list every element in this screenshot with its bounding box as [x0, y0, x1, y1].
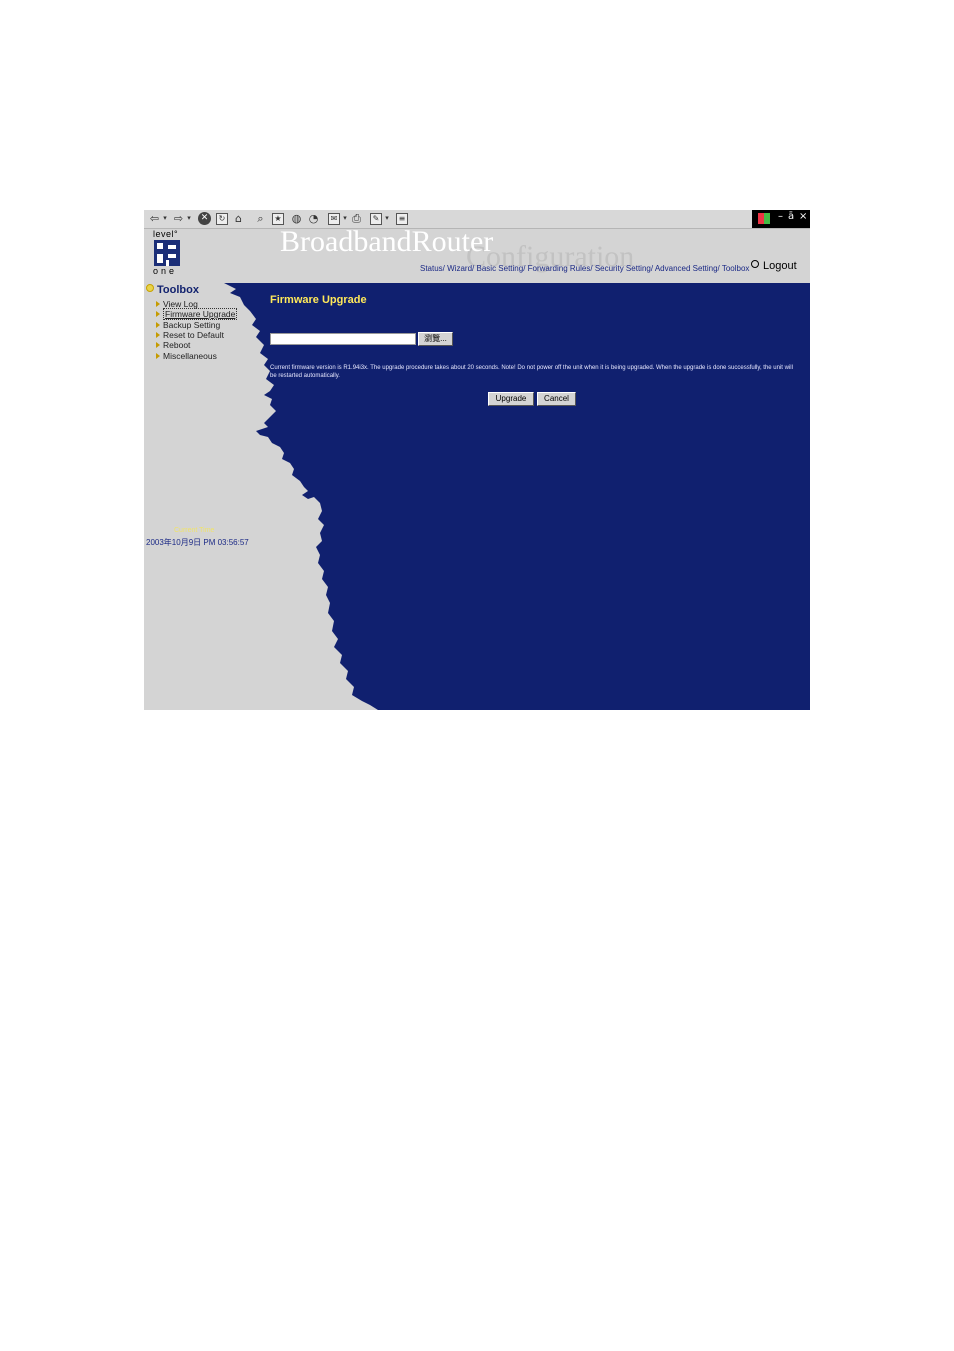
logo-text-bottom: one — [153, 266, 178, 276]
arrow-right-icon — [156, 353, 160, 359]
close-button[interactable]: × — [799, 211, 807, 222]
nav-status[interactable]: Status/ — [420, 264, 445, 273]
edit-dropdown-icon[interactable]: ▾ — [384, 212, 390, 225]
sidebar-title: Toolbox — [146, 284, 199, 296]
print-icon[interactable]: ⎙ — [350, 212, 363, 225]
nav-advanced-setting[interactable]: Advanced Setting/ — [655, 264, 720, 273]
levelone-logo: level° one — [153, 229, 183, 277]
current-time-label: Current Time — [174, 527, 215, 534]
content-area: Toolbox View Log Firmware Upgrade Backup… — [144, 283, 810, 710]
firmware-note: Current firmware version is R1.94i3x. Th… — [270, 365, 793, 379]
search-icon[interactable]: ⌕ — [254, 212, 267, 225]
nav-security-setting[interactable]: Security Setting/ — [595, 264, 653, 273]
browse-button[interactable]: 瀏覽... — [418, 332, 453, 346]
nav-wizard[interactable]: Wizard/ — [447, 264, 474, 273]
sidebar-item-reboot[interactable]: Reboot — [156, 340, 190, 350]
home-icon[interactable]: ⌂ — [232, 212, 245, 225]
logout-link[interactable]: Logout — [751, 260, 797, 272]
refresh-icon[interactable]: ↻ — [216, 213, 228, 225]
sidebar-item-label: Backup Setting — [163, 320, 221, 330]
back-dropdown-icon[interactable]: ▾ — [162, 212, 168, 225]
blue-panel-background — [224, 283, 810, 710]
arrow-right-icon — [156, 301, 160, 307]
top-navigation: Status/ Wizard/ Basic Setting/ Forwardin… — [420, 264, 749, 273]
edit-icon[interactable]: ✎ — [370, 213, 382, 225]
firmware-file-input[interactable] — [270, 333, 416, 345]
sidebar-item-backup-setting[interactable]: Backup Setting — [156, 320, 220, 330]
logo-text-top: level° — [153, 229, 179, 239]
sidebar-item-firmware-upgrade[interactable]: Firmware Upgrade — [156, 308, 238, 320]
arrow-right-icon — [156, 342, 160, 348]
radio-ring-icon — [751, 260, 759, 268]
window-controls: – ā × — [752, 210, 810, 228]
arrow-right-icon — [156, 322, 160, 328]
sidebar-item-reset-to-default[interactable]: Reset to Default — [156, 330, 224, 340]
arrow-right-icon — [156, 311, 160, 317]
sidebar-item-label: Miscellaneous — [163, 351, 217, 361]
discuss-icon[interactable]: ≡ — [396, 213, 408, 225]
restore-button[interactable]: ā — [788, 211, 794, 222]
bullet-ring-icon — [146, 284, 154, 292]
sidebar-item-label: Reset to Default — [163, 330, 224, 340]
nav-basic-setting[interactable]: Basic Setting/ — [477, 264, 526, 273]
minimize-button[interactable]: – — [778, 211, 783, 222]
windows-logo-icon — [758, 213, 770, 224]
sidebar-title-label: Toolbox — [157, 284, 199, 296]
mail-dropdown-icon[interactable]: ▾ — [342, 212, 348, 225]
sidebar-item-miscellaneous[interactable]: Miscellaneous — [156, 351, 217, 361]
stop-icon[interactable]: ✕ — [198, 212, 211, 225]
current-time-value: 2003年10月9日 PM 03:56:57 — [146, 538, 249, 547]
forward-icon[interactable]: ⇨ — [172, 212, 185, 225]
history-icon[interactable]: ◔ — [307, 212, 320, 225]
media-icon[interactable]: ◍ — [290, 212, 303, 225]
mail-icon[interactable]: ✉ — [328, 213, 340, 225]
app-title: BroadbandRouter — [280, 225, 494, 258]
nav-toolbox[interactable]: Toolbox — [722, 264, 750, 273]
favorites-icon[interactable]: ★ — [272, 213, 284, 225]
page-header: level° one Configuration BroadbandRouter… — [144, 225, 810, 283]
browser-screenshot: ⇦ ▾ ⇨ ▾ ✕ ↻ ⌂ ⌕ ★ ◍ ◔ ✉ ▾ ⎙ ✎ ▾ ≡ – ā × … — [144, 210, 810, 710]
logout-label: Logout — [763, 260, 797, 272]
sidebar-item-label: Firmware Upgrade — [163, 308, 238, 320]
sidebar-item-label: Reboot — [163, 340, 191, 350]
upgrade-button[interactable]: Upgrade — [488, 392, 534, 406]
back-icon[interactable]: ⇦ — [148, 212, 161, 225]
nav-forwarding-rules[interactable]: Forwarding Rules/ — [528, 264, 593, 273]
logo-grid-icon — [154, 240, 180, 266]
arrow-right-icon — [156, 332, 160, 338]
cancel-button[interactable]: Cancel — [537, 392, 576, 406]
forward-dropdown-icon[interactable]: ▾ — [186, 212, 192, 225]
page-title: Firmware Upgrade — [270, 294, 367, 306]
